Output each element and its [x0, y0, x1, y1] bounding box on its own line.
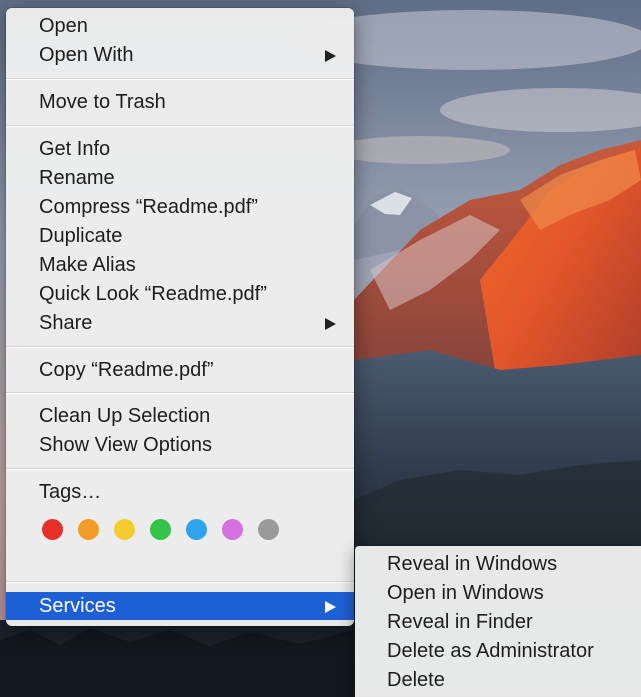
menu-separator — [6, 581, 354, 583]
menu-item-label: Open in Windows — [387, 582, 544, 604]
menu-separator — [6, 346, 354, 348]
menu-separator — [6, 78, 354, 80]
service-open-in-windows[interactable]: Open in Windows — [355, 579, 641, 608]
menu-item-label: Get Info — [39, 138, 111, 160]
menu-item-label: Delete — [387, 669, 445, 691]
services-submenu: Reveal in Windows Open in Windows Reveal… — [355, 546, 641, 697]
tag-purple-icon[interactable] — [222, 519, 243, 540]
menu-item-compress[interactable]: Compress “Readme.pdf” — [6, 193, 354, 222]
menu-item-label: Copy “Readme.pdf” — [39, 359, 214, 381]
menu-item-label: Duplicate — [39, 225, 123, 247]
menu-item-move-to-trash[interactable]: Move to Trash — [6, 88, 354, 117]
menu-item-label: Quick Look “Readme.pdf” — [39, 283, 267, 305]
tag-colors-row — [42, 516, 302, 542]
menu-item-rename[interactable]: Rename — [6, 164, 354, 193]
menu-item-label: Reveal in Finder — [387, 611, 533, 633]
context-menu: Open Open With Move to Trash Get Info Re… — [6, 8, 354, 626]
menu-item-label: Open — [39, 15, 88, 37]
menu-item-label: Rename — [39, 167, 115, 189]
tag-green-icon[interactable] — [150, 519, 171, 540]
menu-item-tags[interactable]: Tags… — [6, 478, 354, 507]
menu-item-label: Move to Trash — [39, 91, 166, 113]
menu-item-quick-look[interactable]: Quick Look “Readme.pdf” — [6, 280, 354, 309]
menu-item-label: Show View Options — [39, 434, 213, 456]
service-delete[interactable]: Delete — [355, 666, 641, 695]
menu-item-share[interactable]: Share — [6, 309, 354, 338]
menu-item-services[interactable]: Services — [6, 592, 354, 620]
menu-item-make-alias[interactable]: Make Alias — [6, 251, 354, 280]
menu-item-label: Tags… — [39, 481, 102, 503]
menu-separator — [6, 468, 354, 470]
tag-yellow-icon[interactable] — [114, 519, 135, 540]
menu-item-label: Clean Up Selection — [39, 405, 211, 427]
menu-item-label: Reveal in Windows — [387, 553, 558, 575]
service-reveal-in-finder[interactable]: Reveal in Finder — [355, 608, 641, 637]
tag-red-icon[interactable] — [42, 519, 63, 540]
menu-item-clean-up-selection[interactable]: Clean Up Selection — [6, 402, 354, 431]
menu-item-duplicate[interactable]: Duplicate — [6, 222, 354, 251]
menu-item-label: Open With — [39, 44, 134, 66]
submenu-arrow-icon — [325, 601, 336, 613]
menu-item-label: Share — [39, 312, 93, 334]
menu-item-open-with[interactable]: Open With — [6, 41, 354, 70]
tag-gray-icon[interactable] — [258, 519, 279, 540]
menu-item-label: Make Alias — [39, 254, 136, 276]
tag-blue-icon[interactable] — [186, 519, 207, 540]
service-reveal-in-windows[interactable]: Reveal in Windows — [355, 550, 641, 579]
menu-item-label: Services — [39, 595, 116, 617]
menu-separator — [6, 392, 354, 394]
menu-item-label: Delete as Administrator — [387, 640, 594, 662]
menu-item-get-info[interactable]: Get Info — [6, 135, 354, 164]
menu-item-show-view-options[interactable]: Show View Options — [6, 431, 354, 460]
submenu-arrow-icon — [325, 50, 336, 62]
service-delete-as-administrator[interactable]: Delete as Administrator — [355, 637, 641, 666]
menu-item-open[interactable]: Open — [6, 12, 354, 41]
tag-orange-icon[interactable] — [78, 519, 99, 540]
menu-item-copy[interactable]: Copy “Readme.pdf” — [6, 356, 354, 385]
submenu-arrow-icon — [325, 318, 336, 330]
menu-item-label: Compress “Readme.pdf” — [39, 196, 258, 218]
menu-separator — [6, 125, 354, 127]
